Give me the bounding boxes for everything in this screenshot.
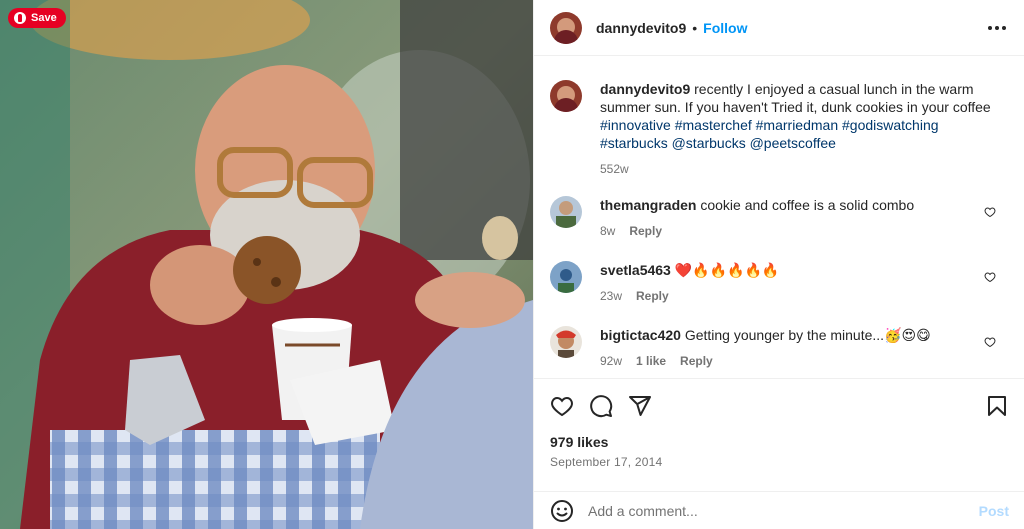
pinterest-icon xyxy=(14,12,26,24)
likes-count[interactable]: 979 likes xyxy=(550,434,608,450)
comment-body: themangraden cookie and coffee is a soli… xyxy=(600,196,1010,240)
comment-text: cookie and coffee is a solid combo xyxy=(700,197,915,213)
bookmark-icon[interactable] xyxy=(985,394,1009,418)
caption: dannydevito9 recently I enjoyed a casual… xyxy=(550,80,1010,178)
caption-body: dannydevito9 recently I enjoyed a casual… xyxy=(600,80,1010,178)
photo-illustration xyxy=(0,0,533,529)
avatar[interactable] xyxy=(550,80,582,112)
save-label: Save xyxy=(31,12,57,24)
profile-avatar-icon xyxy=(550,80,582,112)
caption-hashtags[interactable]: #innovative #masterchef #marriedman #god… xyxy=(600,117,939,151)
reply-button[interactable]: Reply xyxy=(629,222,662,240)
instagram-post: Save dannydevito9 • Follow dannydevito9 xyxy=(0,0,1024,529)
comment-username[interactable]: bigtictac420 xyxy=(600,327,681,343)
avatar[interactable] xyxy=(550,11,582,44)
emoji-icon[interactable] xyxy=(550,499,574,523)
caption-age: 552w xyxy=(600,162,629,176)
comment-text: ❤️🔥🔥🔥🔥🔥 xyxy=(674,262,780,278)
comment-meta: 8w Reply xyxy=(600,222,1010,240)
more-options-icon[interactable] xyxy=(987,18,1007,38)
comments-list[interactable]: dannydevito9 recently I enjoyed a casual… xyxy=(534,56,1024,378)
post-date: September 17, 2014 xyxy=(550,455,663,469)
comment-like-heart-icon[interactable] xyxy=(984,206,996,218)
header-username[interactable]: dannydevito9 xyxy=(596,20,686,36)
comment-age: 23w xyxy=(600,289,623,303)
post-photo[interactable]: Save xyxy=(0,0,533,529)
comment-username[interactable]: themangraden xyxy=(600,197,696,213)
comment-icon[interactable] xyxy=(589,394,613,418)
reply-button[interactable]: Reply xyxy=(680,352,713,370)
comment-age: 8w xyxy=(600,224,616,238)
separator-dot: • xyxy=(692,19,698,36)
comment-item: svetla5463 ❤️🔥🔥🔥🔥🔥 23w Reply xyxy=(550,261,1010,305)
avatar[interactable] xyxy=(550,261,582,293)
comment-like-heart-icon[interactable] xyxy=(984,336,996,348)
profile-avatar-icon xyxy=(550,261,582,293)
comment-item: themangraden cookie and coffee is a soli… xyxy=(550,196,1010,240)
comment-body: bigtictac420 Getting younger by the minu… xyxy=(600,326,1010,370)
profile-avatar-icon xyxy=(550,326,582,358)
reply-button[interactable]: Reply xyxy=(636,287,669,305)
comment-age: 92w xyxy=(600,354,623,368)
send-icon[interactable] xyxy=(628,394,652,418)
profile-avatar-icon xyxy=(550,196,582,228)
comment-text: Getting younger by the minute...🥳😍😋 xyxy=(684,327,931,343)
caption-username[interactable]: dannydevito9 xyxy=(600,81,690,97)
comment-item: bigtictac420 Getting younger by the minu… xyxy=(550,326,1010,370)
post-comment-button[interactable]: Post xyxy=(979,503,1009,519)
caption-text-block: dannydevito9 recently I enjoyed a casual… xyxy=(600,80,1010,152)
add-comment-bar: Post xyxy=(534,492,1024,529)
avatar[interactable] xyxy=(550,326,582,358)
post-header: dannydevito9 • Follow xyxy=(534,0,1024,56)
pinterest-save-button[interactable]: Save xyxy=(8,8,66,28)
add-comment-input[interactable] xyxy=(588,502,958,519)
avatar[interactable] xyxy=(550,196,582,228)
caption-meta: 552w xyxy=(600,160,1010,178)
comment-meta: 23w Reply xyxy=(600,287,1010,305)
follow-button[interactable]: Follow xyxy=(703,20,747,36)
post-sidebar: dannydevito9 • Follow dannydevito9 recen… xyxy=(533,0,1024,529)
comment-like-heart-icon[interactable] xyxy=(984,271,996,283)
comment-likes-count[interactable]: 1 like xyxy=(636,352,666,370)
heart-icon[interactable] xyxy=(550,394,574,418)
profile-avatar-icon xyxy=(550,11,582,44)
comment-username[interactable]: svetla5463 xyxy=(600,262,671,278)
comment-body: svetla5463 ❤️🔥🔥🔥🔥🔥 23w Reply xyxy=(600,261,1010,305)
post-actions: 979 likes September 17, 2014 xyxy=(534,378,1024,492)
comment-meta: 92w 1 like Reply xyxy=(600,352,1010,370)
